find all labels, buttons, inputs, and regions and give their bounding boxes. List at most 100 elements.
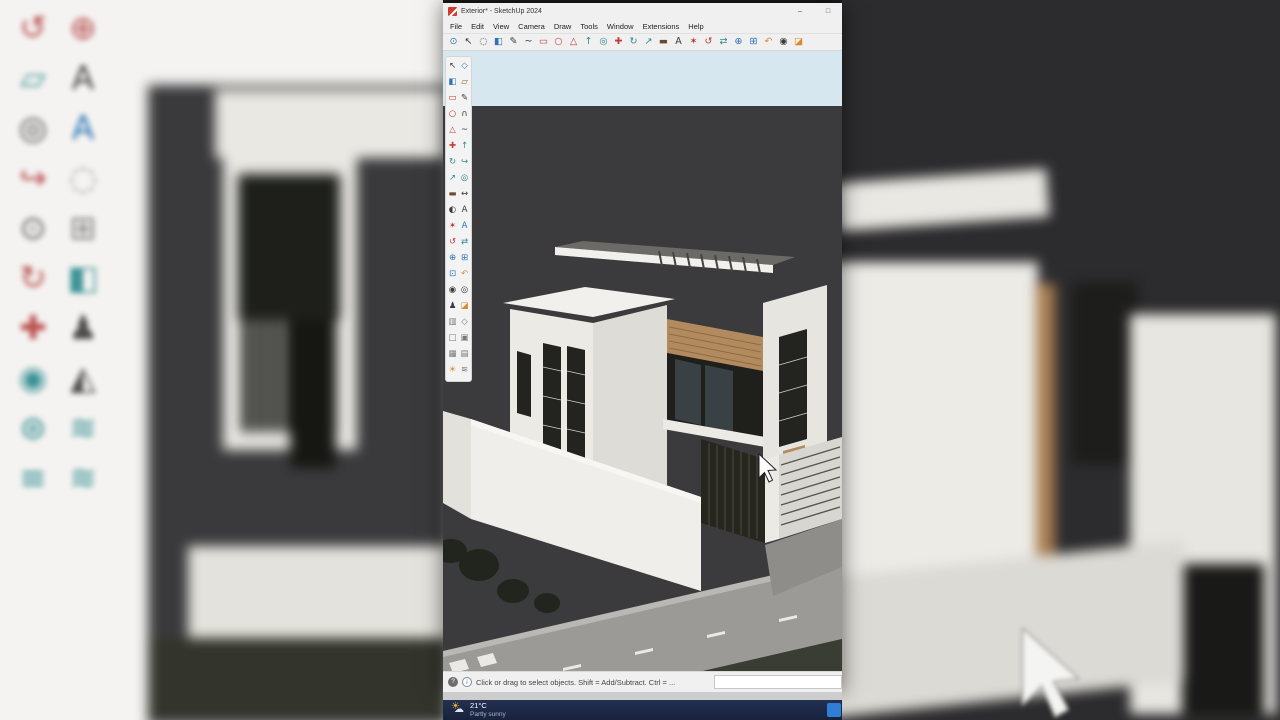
bg-building-roof <box>215 90 443 158</box>
position-camera-tool-icon[interactable]: ◉ <box>447 283 459 299</box>
position-camera-icon[interactable]: ◉ <box>776 34 791 50</box>
weather-widget[interactable]: 21°C Partly sunny <box>470 701 506 718</box>
monochrome-icon[interactable]: ▤ <box>459 347 471 363</box>
flow-icon: ≋ <box>69 458 97 497</box>
polygon-tool-icon[interactable]: △ <box>447 123 459 139</box>
move-icon[interactable]: ✚ <box>611 34 626 50</box>
orbit-tool-icon[interactable]: ↺ <box>447 235 459 251</box>
titlebar[interactable]: Exterior* - SketchUp 2024 – □ <box>443 3 842 19</box>
zoom-icon[interactable]: ⊕ <box>731 34 746 50</box>
scale-tool-icon[interactable]: ↗ <box>447 171 459 187</box>
select-tool-icon[interactable]: ↖ <box>447 59 459 75</box>
rectangle-tool-icon[interactable]: ▭ <box>447 91 459 107</box>
zoom-window-icon[interactable]: ⊞ <box>459 251 471 267</box>
zoom-tool-icon[interactable]: ⊕ <box>447 251 459 267</box>
rectangle-icon[interactable]: ▭ <box>536 34 551 50</box>
orbit-icon[interactable]: ↺ <box>701 34 716 50</box>
shadows-icon[interactable]: ☀ <box>447 363 459 379</box>
previous-view-icon[interactable]: ↶ <box>761 34 776 50</box>
axes-tool-icon[interactable]: ✶ <box>447 219 459 235</box>
polygon-icon[interactable]: △ <box>566 34 581 50</box>
zoom-extents-icon[interactable]: ⊞ <box>746 34 761 50</box>
crosshair-icon: ⊕ <box>69 8 97 47</box>
measurements-input[interactable] <box>714 675 842 689</box>
search-icon[interactable]: ⊙ <box>446 34 461 50</box>
freehand-tool-icon[interactable]: ~ <box>459 123 471 139</box>
weather-icon[interactable]: ☀ ☁ <box>451 701 465 717</box>
help-icon[interactable]: ? <box>448 677 458 687</box>
menu-item[interactable]: Window <box>607 22 634 31</box>
rotate-icon[interactable]: ↻ <box>626 34 641 50</box>
fog-icon[interactable]: ≋ <box>459 363 471 379</box>
eraser-tool-icon[interactable]: ▱ <box>459 75 471 91</box>
follow-me-icon[interactable]: ↪ <box>459 155 471 171</box>
push-pull-tool-icon[interactable]: ↑ <box>459 139 471 155</box>
menu-item[interactable]: Help <box>688 22 703 31</box>
axes-icon[interactable]: ✶ <box>686 34 701 50</box>
3d-text-icon[interactable]: A <box>459 219 471 235</box>
balcony-glass-2[interactable] <box>705 365 733 433</box>
offset-icon[interactable]: ◎ <box>596 34 611 50</box>
pin-icon: ✚ <box>19 308 47 347</box>
line-icon[interactable]: ✎ <box>506 34 521 50</box>
paint-bucket-icon[interactable]: ◧ <box>491 34 506 50</box>
menu-item[interactable]: Camera <box>518 22 545 31</box>
pan-tool-icon[interactable]: ⇄ <box>459 235 471 251</box>
select-icon[interactable]: ↖ <box>461 34 476 50</box>
rotate-tool-icon[interactable]: ↻ <box>447 155 459 171</box>
arc-tool-icon[interactable]: ∩ <box>459 107 471 123</box>
section-plane-tool-icon[interactable]: ◪ <box>459 299 471 315</box>
push-pull-icon[interactable]: ↑ <box>581 34 596 50</box>
xray-icon[interactable]: ▥ <box>447 315 459 331</box>
window-small[interactable] <box>517 351 531 417</box>
pan-icon[interactable]: ⇄ <box>716 34 731 50</box>
balcony-glass-1[interactable] <box>675 359 701 425</box>
bg-wood-strip <box>1036 284 1055 556</box>
hidden-line-icon[interactable]: □ <box>447 331 459 347</box>
bg-grass <box>148 638 443 718</box>
maximize-button[interactable]: □ <box>814 3 842 19</box>
tool-palette: ↖ ◇ ◧ ▱ ▭ ✎ ○ ∩ △ ~ ✚ ↑ ↻ ↪ ↗ ◎ ▬ ↔ ◐ A ✶ A ↺ ⇄ ⊕ ⊞ ⊡ ↶ ◉ ◎ ♟ ◪ ▥ ◇ □ ▣ ▦ ▤ ☀ ≋ <box>445 56 472 382</box>
minimize-button[interactable]: – <box>786 3 814 19</box>
section-plane-icon[interactable]: ◪ <box>791 34 806 50</box>
text-icon[interactable]: A <box>671 34 686 50</box>
dimension-icon[interactable]: ↔ <box>459 187 471 203</box>
look-around-icon[interactable]: ◎ <box>459 283 471 299</box>
walk-icon[interactable]: ♟ <box>447 299 459 315</box>
scale-icon[interactable]: ↗ <box>641 34 656 50</box>
window-column[interactable] <box>779 329 807 447</box>
circle-tool-icon[interactable]: ○ <box>447 107 459 123</box>
text-box-icon: A <box>71 58 95 97</box>
bg-white-wall <box>842 262 1038 578</box>
menu-item[interactable]: Draw <box>554 22 572 31</box>
protractor-icon[interactable]: ◐ <box>447 203 459 219</box>
taskbar-app-icon[interactable] <box>827 703 841 717</box>
make-component-icon[interactable]: ◇ <box>459 59 471 75</box>
zoom-extents-tool-icon[interactable]: ⊡ <box>447 267 459 283</box>
freehand-icon[interactable]: ~ <box>521 34 536 50</box>
menu-item[interactable]: View <box>493 22 509 31</box>
wireframe-icon[interactable]: ◇ <box>459 315 471 331</box>
model-canvas[interactable] <box>443 51 842 671</box>
previous-icon[interactable]: ↶ <box>459 267 471 283</box>
shaded-icon[interactable]: ▣ <box>459 331 471 347</box>
menu-item[interactable]: Tools <box>580 22 598 31</box>
3d-viewport[interactable]: ↖ ◇ ◧ ▱ ▭ ✎ ○ ∩ △ ~ ✚ ↑ ↻ ↪ ↗ ◎ ▬ ↔ ◐ A ✶ A ↺ ⇄ ⊕ ⊞ ⊡ ↶ ◉ ◎ ♟ ◪ ▥ ◇ □ ▣ ▦ ▤ ☀ ≋ <box>443 51 842 671</box>
circle-icon[interactable]: ○ <box>551 34 566 50</box>
bg-dark-window-lower <box>1182 564 1264 714</box>
bg-dark-window <box>1072 282 1138 464</box>
offset-tool-icon[interactable]: ◎ <box>459 171 471 187</box>
line-tool-icon[interactable]: ✎ <box>459 91 471 107</box>
tape-measure-tool-icon[interactable]: ▬ <box>447 187 459 203</box>
lasso-icon[interactable]: ◌ <box>476 34 491 50</box>
move-tool-icon[interactable]: ✚ <box>447 139 459 155</box>
text-tool-icon[interactable]: A <box>459 203 471 219</box>
shaded-textures-icon[interactable]: ▦ <box>447 347 459 363</box>
menu-item[interactable]: File <box>450 22 462 31</box>
tape-measure-icon[interactable]: ▬ <box>656 34 671 50</box>
fence-wall-return[interactable] <box>443 411 471 519</box>
paint-bucket-tool-icon[interactable]: ◧ <box>447 75 459 91</box>
geolocation-icon[interactable]: i <box>462 677 472 687</box>
menu-item[interactable]: Edit <box>471 22 484 31</box>
menu-item[interactable]: Extensions <box>643 22 680 31</box>
